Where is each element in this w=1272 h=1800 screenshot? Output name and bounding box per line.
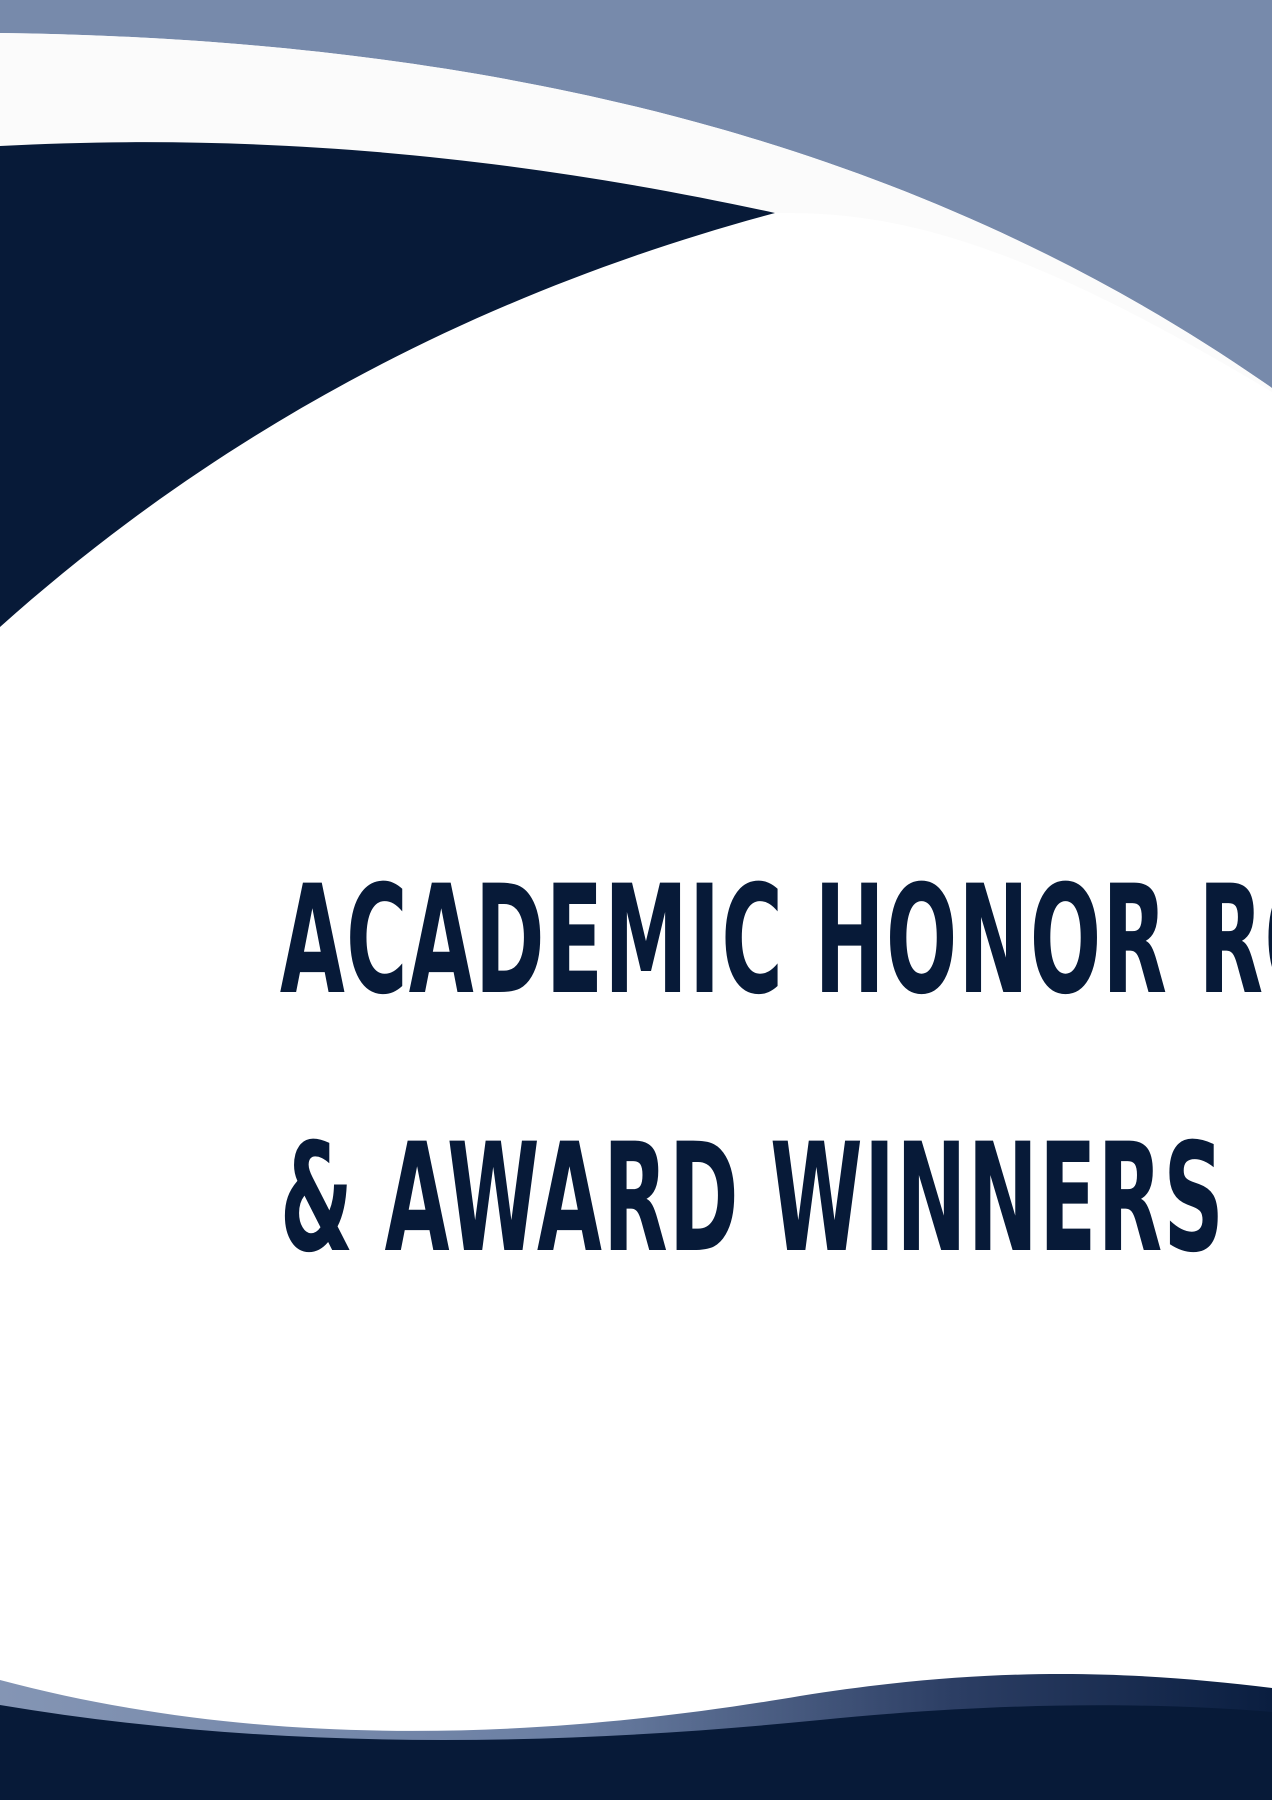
title-line-1: ACADEMIC HONOR ROLL — [279, 854, 1272, 1028]
poster-title: ACADEMIC HONOR ROLL & AWARD WINNERS — [0, 812, 1272, 1328]
poster-page: ACADEMIC HONOR ROLL & AWARD WINNERS — [0, 0, 1272, 1800]
title-line-2: & AWARD WINNERS — [279, 1112, 1225, 1286]
top-navy-shape — [0, 142, 775, 628]
